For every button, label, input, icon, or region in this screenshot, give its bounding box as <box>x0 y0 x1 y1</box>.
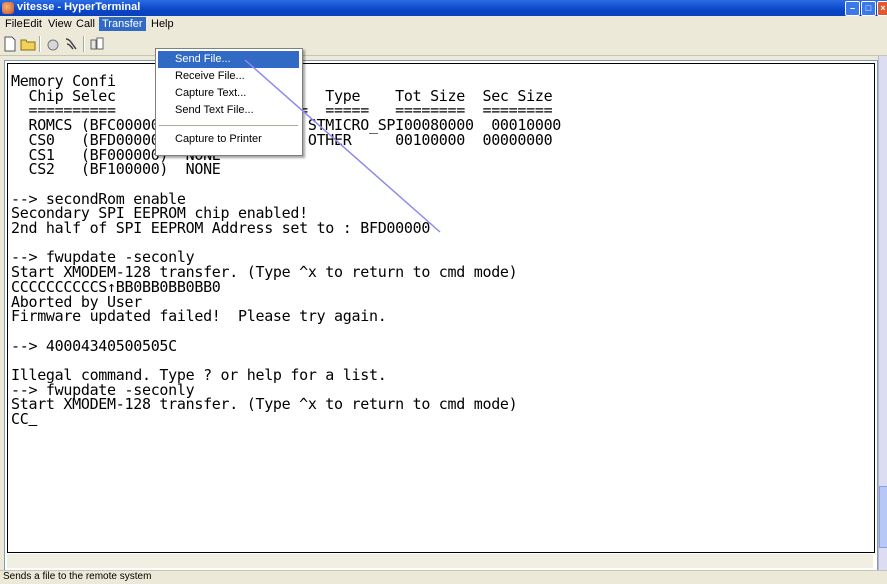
dial-icon[interactable] <box>45 36 61 52</box>
menu-transfer[interactable]: Transfer <box>99 17 146 31</box>
menu-item-capture-to-printer[interactable]: Capture to Printer <box>158 131 299 148</box>
menu-item-send-file[interactable]: Send File... <box>158 51 299 68</box>
open-icon[interactable] <box>20 36 36 52</box>
hyperterminal-app-icon[interactable] <box>2 2 14 14</box>
toolbar-separator <box>39 36 41 52</box>
status-bar: Sends a file to the remote system <box>0 570 887 584</box>
transfer-menu-dropdown: Send File... Receive File... Capture Tex… <box>155 48 303 156</box>
title-bar: vitesse - HyperTerminal – □ × <box>0 0 887 16</box>
terminal-line: --> 40004340500505C <box>11 336 177 355</box>
terminal-screen[interactable]: Memory Confi Chip Selec Type Tot Size Se… <box>7 63 875 553</box>
terminal-output: Memory Confi Chip Selec Type Tot Size Se… <box>8 64 874 427</box>
window-title: vitesse - HyperTerminal <box>17 1 141 13</box>
status-text: Sends a file to the remote system <box>3 571 152 582</box>
new-connection-icon[interactable] <box>2 36 18 52</box>
menu-edit[interactable]: Edit <box>20 17 45 31</box>
menu-item-label: Receive File... <box>175 70 245 82</box>
terminal-line: 2nd half of SPI EEPROM Address set to : … <box>11 219 431 238</box>
terminal-panel: Memory Confi Chip Selec Type Tot Size Se… <box>4 60 878 572</box>
menu-view[interactable]: View <box>45 17 75 31</box>
menu-item-send-text-file[interactable]: Send Text File... <box>158 102 299 119</box>
toolbar-separator <box>83 36 85 52</box>
terminal-frame: Memory Confi Chip Selec Type Tot Size Se… <box>0 56 878 572</box>
menu-help[interactable]: Help <box>148 17 177 31</box>
menu-bar: File Edit View Call Transfer Help <box>0 16 887 33</box>
menu-item-label: Send File... <box>175 53 231 65</box>
menu-item-capture-text[interactable]: Capture Text... <box>158 85 299 102</box>
menu-item-label: Capture to Printer <box>175 133 262 145</box>
toolbar <box>0 33 887 56</box>
maximize-button[interactable]: □ <box>861 1 876 16</box>
menu-item-label: Capture Text... <box>175 87 247 99</box>
text-cursor <box>28 410 37 428</box>
menu-call[interactable]: Call <box>73 17 98 31</box>
terminal-line: CC <box>11 410 29 429</box>
close-button[interactable]: × <box>877 1 887 16</box>
minimize-button[interactable]: – <box>845 1 860 16</box>
terminal-line: Firmware updated failed! Please try agai… <box>11 307 387 326</box>
terminal-line: Start XMODEM-128 transfer. (Type ^x to r… <box>11 395 518 414</box>
send-icon[interactable] <box>89 36 105 52</box>
scrollbar-thumb[interactable] <box>879 486 887 548</box>
horizontal-scrollbar[interactable] <box>7 554 873 568</box>
menu-item-label: Send Text File... <box>175 104 254 116</box>
vertical-scrollbar[interactable] <box>878 56 887 570</box>
menu-item-receive-file[interactable]: Receive File... <box>158 68 299 85</box>
terminal-line: CS2 (BF100000) NONE <box>11 160 221 179</box>
menu-separator <box>159 125 298 126</box>
disconnect-icon[interactable] <box>63 36 79 52</box>
